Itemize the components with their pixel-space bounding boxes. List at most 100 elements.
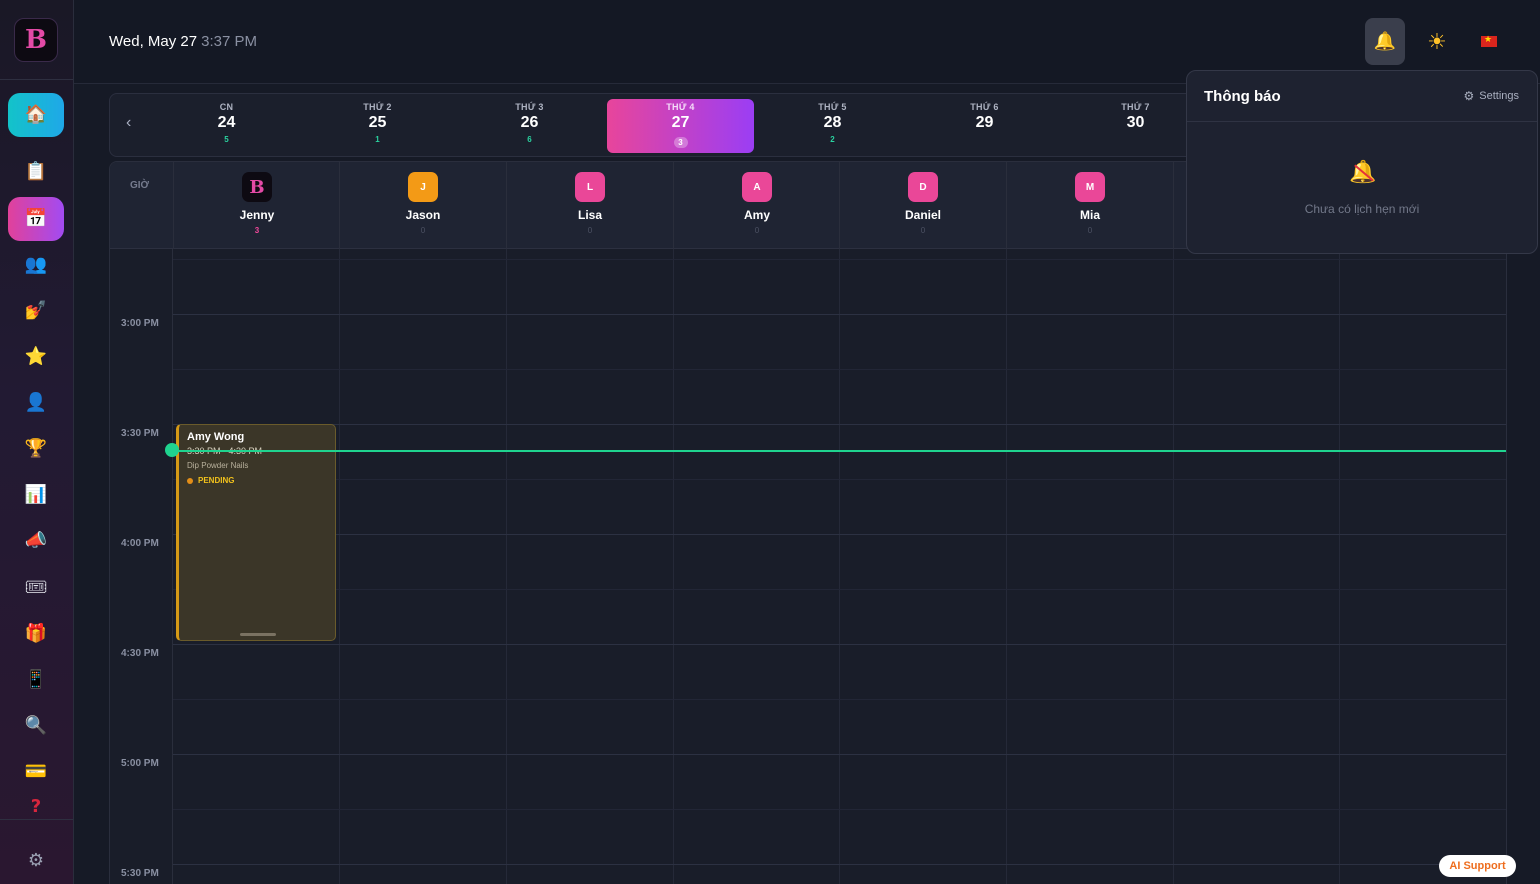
avatar: L (575, 172, 605, 202)
staff-column-header[interactable]: D Daniel 0 (839, 162, 1006, 249)
avatar: A (742, 172, 772, 202)
time-label: 5:30 PM (121, 868, 159, 879)
star-icon: ⭐ (24, 346, 48, 367)
sidebar-item-help[interactable]: ? (8, 796, 64, 816)
time-label: 5:00 PM (121, 758, 159, 769)
day-tab[interactable]: CN 24 5 (153, 99, 300, 153)
current-time-dot (165, 443, 179, 457)
day-tab[interactable]: THỨ 6 29 (911, 99, 1058, 153)
settings-button[interactable]: ⚙ (8, 839, 64, 883)
appointment-client: Amy Wong (187, 431, 245, 443)
day-appointment-count: 6 (527, 135, 532, 144)
staff-column-header[interactable]: L Lisa 0 (506, 162, 673, 249)
avatar: D (908, 172, 938, 202)
day-name: CN (219, 102, 234, 112)
sidebar-item-marketing[interactable]: 📣 (8, 519, 64, 563)
staff-name: Amy (743, 208, 770, 222)
vietnam-flag-icon (1481, 34, 1497, 47)
staff-name: Jason (405, 208, 441, 222)
staff-column-header[interactable]: A Amy 0 (673, 162, 840, 249)
notification-settings-link[interactable]: ⚙ Settings (1463, 89, 1519, 103)
settings-label: Settings (1479, 90, 1519, 102)
grid-line (173, 754, 1506, 755)
sidebar-item-customers[interactable]: 👤 (8, 381, 64, 425)
avatar: B (242, 172, 272, 202)
day-number: 29 (975, 114, 994, 131)
card-icon: 💳 (24, 761, 48, 782)
help-icon: ? (30, 796, 42, 816)
day-tab[interactable]: THỨ 3 26 6 (456, 99, 603, 153)
grid-line (173, 424, 1506, 425)
sidebar-item-rewards[interactable]: 🏆 (8, 427, 64, 471)
notifications-button[interactable]: 🔔 (1365, 18, 1405, 65)
theme-toggle-button[interactable]: ☀ (1417, 18, 1457, 65)
grid-line (1173, 249, 1174, 884)
gift-icon: 🎁 (24, 623, 48, 644)
grid-line (173, 589, 1506, 590)
sidebar-item-users[interactable]: 👥 (8, 243, 64, 287)
sidebar-item-payments[interactable]: 💳 (8, 750, 64, 794)
sidebar-item-reports[interactable]: 📊 (8, 473, 64, 517)
chart-icon: 📊 (24, 484, 48, 505)
grid-line (173, 534, 1506, 535)
time-label: 4:00 PM (121, 538, 159, 549)
status-label: PENDING (198, 476, 235, 485)
day-appointment-count: 3 (673, 137, 688, 148)
appointment-service: Dip Powder Nails (187, 461, 249, 470)
schedule-grid: GIỜ B Jenny 3 J Jason 0 L Lisa 0 A Amy 0… (109, 161, 1507, 884)
day-tab-selected[interactable]: THỨ 4 27 3 (607, 99, 754, 153)
avatar: J (408, 172, 438, 202)
day-tab[interactable]: THỨ 5 28 2 (759, 99, 906, 153)
day-number: 26 (520, 114, 539, 131)
sidebar-item-coupons[interactable]: 🎟 (8, 566, 64, 610)
current-time: 3:37 PM (201, 33, 257, 50)
grid-line (839, 249, 840, 884)
brand-logo[interactable]: B (14, 18, 58, 62)
time-column-header: GIỜ (130, 180, 150, 191)
staff-appointment-count: 0 (920, 226, 926, 235)
staff-column-header[interactable]: M Mia 0 (1006, 162, 1173, 249)
staff-column-header[interactable]: B Jenny 3 (173, 162, 340, 249)
day-name: THỨ 4 (666, 102, 695, 112)
day-appointment-count: 2 (830, 135, 835, 144)
sidebar-item-home[interactable]: 🏠 (8, 93, 64, 137)
sidebar-item-mobile[interactable]: 📱 (8, 658, 64, 702)
day-name: THỨ 2 (363, 102, 392, 112)
ai-support-button[interactable]: AI Support (1439, 855, 1516, 877)
time-label: 3:00 PM (121, 318, 159, 329)
staff-appointment-count: 0 (420, 226, 426, 235)
grid-line (173, 259, 1506, 260)
prev-week-button[interactable]: ‹ (126, 114, 131, 132)
day-tab[interactable]: THỨ 2 25 1 (304, 99, 451, 153)
notifications-title: Thông báo (1204, 88, 1281, 105)
clipboard-icon: 📋 (24, 161, 48, 182)
bell-off-icon: 🔔 (1349, 159, 1377, 187)
staff-column-header[interactable]: J Jason 0 (339, 162, 506, 249)
grid-line (173, 369, 1506, 370)
grid-line (506, 249, 507, 884)
sidebar-item-calendar[interactable]: 📅 (8, 197, 64, 241)
sidebar-item-reviews[interactable]: ⭐ (8, 335, 64, 379)
phone-icon: 📱 (24, 669, 48, 690)
sidebar-item-search[interactable]: 🔍 (8, 704, 64, 748)
language-button[interactable] (1469, 18, 1509, 65)
staff-name: Lisa (577, 208, 602, 222)
status-badge: PENDING (187, 476, 327, 485)
time-gutter: 3:00 PM 3:30 PM 4:00 PM 4:30 PM 5:00 PM … (110, 249, 173, 884)
chevron-left-icon: ‹ (126, 114, 132, 131)
day-name: THỨ 6 (970, 102, 999, 112)
current-time-line (173, 450, 1506, 452)
avatar: M (1075, 172, 1105, 202)
sidebar-item-gift-cards[interactable]: 🎁 (8, 612, 64, 656)
home-icon: 🏠 (24, 104, 48, 125)
resize-handle[interactable] (240, 633, 276, 636)
sidebar-item-clipboard[interactable]: 📋 (8, 150, 64, 194)
grid-line (673, 249, 674, 884)
staff-name: Mia (1079, 208, 1100, 222)
appointment-card[interactable]: Amy Wong 3:30 PM - 4:30 PM Dip Powder Na… (176, 424, 336, 641)
grid-line (1006, 249, 1007, 884)
empty-state-text: Chưa có lịch hẹn mới (1304, 202, 1420, 216)
calendar-icon: 📅 (24, 208, 48, 229)
sidebar-item-services[interactable]: 💅 (8, 289, 64, 333)
day-appointment-count: 5 (224, 135, 229, 144)
